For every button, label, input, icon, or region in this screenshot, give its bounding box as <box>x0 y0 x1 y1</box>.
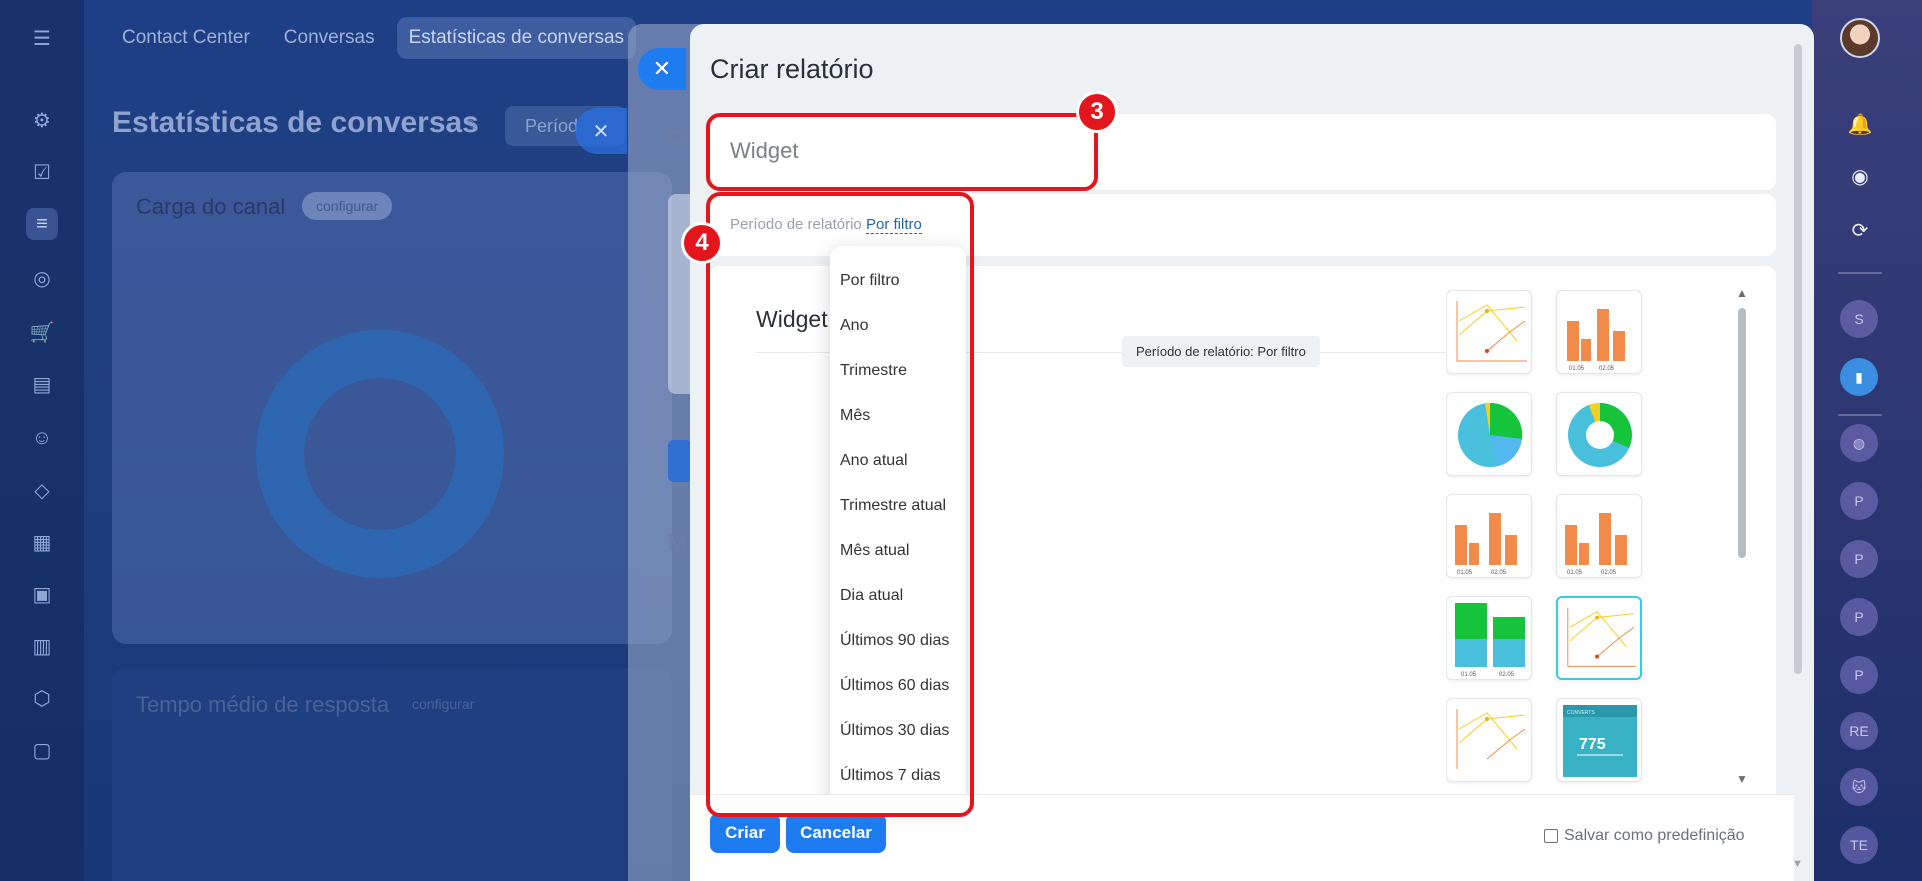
annotation-badge: 4 <box>681 222 723 264</box>
chart-type-line-2[interactable] <box>1446 698 1532 782</box>
cancel-button[interactable]: Cancelar <box>786 813 886 853</box>
period-chip: Período de relatório: Por filtro <box>1122 336 1320 367</box>
chat-avatar[interactable]: S <box>1840 300 1878 338</box>
date-label: 01.05 <box>1457 570 1473 576</box>
date-label: 01.05 <box>1567 570 1583 576</box>
crm-icon[interactable]: ⚙ <box>26 104 58 136</box>
date-label: 01.05 <box>1461 672 1477 678</box>
donut-chart <box>256 330 504 578</box>
menu-icon[interactable]: ☰ <box>26 22 58 54</box>
channel-load-card: Carga do canal configurar <box>112 172 672 644</box>
chart-type-pie[interactable] <box>1446 392 1532 476</box>
chart-type-number[interactable]: CONVERTS 775 <box>1556 698 1642 782</box>
chart-type-line-selected[interactable] <box>1556 596 1642 680</box>
robot-icon[interactable]: ☺ <box>26 422 58 454</box>
configure-button[interactable]: configurar <box>412 696 474 712</box>
calendar-icon[interactable]: ▣ <box>26 578 58 610</box>
annotation-badge: 3 <box>1076 91 1118 133</box>
bar-chart-icon: 01.05 02.05 <box>1567 309 1625 372</box>
scroll-up-icon[interactable]: ▲ <box>1736 286 1748 300</box>
close-slider-button[interactable]: ✕ <box>638 48 686 90</box>
cat-avatar[interactable]: 🐱 <box>1840 768 1878 806</box>
target-icon[interactable]: ◎ <box>26 262 58 294</box>
bar-chart-icon: 01.05 02.05 <box>1455 513 1517 576</box>
top-navigation: Contact Center Conversas Estatísticas de… <box>110 16 637 60</box>
pie-chart-icon <box>1458 402 1523 467</box>
scroll-down-icon[interactable]: ▼ <box>1736 772 1748 786</box>
filter-icon[interactable]: ≡ <box>26 208 58 240</box>
chat-avatar[interactable]: RE <box>1840 712 1878 750</box>
tab-contact-center[interactable]: Contact Center <box>110 17 262 59</box>
bar-chart-icon: 01.05 02.05 <box>1565 513 1627 576</box>
save-preset-checkbox[interactable]: Salvar como predefinição <box>1544 827 1745 845</box>
openchannel-icon[interactable]: ◍ <box>1840 424 1878 462</box>
date-label: 02.05 <box>1499 672 1515 678</box>
number-caption: CONVERTS <box>1567 710 1595 716</box>
chart-type-stacked-bar[interactable]: 01.05 02.05 <box>1446 596 1532 680</box>
annotation-highlight-name <box>706 113 1098 191</box>
chart-type-donut[interactable] <box>1556 392 1642 476</box>
pin-icon[interactable]: ✎ <box>466 116 479 136</box>
gallery-scrollbar[interactable]: ▲ ▼ <box>1736 286 1748 786</box>
panel-text: M <box>668 530 687 555</box>
fingerprint-icon[interactable]: ◉ <box>1840 156 1880 196</box>
sync-icon[interactable]: ⟳ <box>1840 210 1880 250</box>
bell-icon[interactable]: 🔔 <box>1840 104 1880 144</box>
chat-avatar[interactable]: TE <box>1840 826 1878 864</box>
date-label: 02.05 <box>1599 366 1615 372</box>
avatar[interactable] <box>1840 18 1880 58</box>
date-label: 02.05 <box>1491 570 1507 576</box>
card-title: Carga do canal <box>136 194 286 219</box>
close-icon[interactable]: ✕ <box>575 108 627 154</box>
response-time-card: Tempo médio de resposta configurar <box>112 668 672 881</box>
card-title: Tempo médio de resposta <box>136 692 390 717</box>
page-title: Estatísticas de conversas <box>112 106 479 139</box>
chart-type-line[interactable] <box>1446 290 1532 374</box>
number-widget-icon: CONVERTS 775 <box>1563 705 1637 777</box>
annotation-highlight-period <box>706 192 974 817</box>
box-icon[interactable]: ◇ <box>26 474 58 506</box>
document-icon[interactable]: ▢ <box>26 734 58 766</box>
date-label: 01.05 <box>1569 366 1585 372</box>
checkbox-icon[interactable] <box>1544 829 1558 843</box>
left-sidebar: ☰ ⚙ ☑ ≡ ◎ 🛒 ▤ ☺ ◇ ▦ ▣ ▥ ⬡ ▢ <box>0 0 84 881</box>
chat-avatar[interactable]: P <box>1840 598 1878 636</box>
chart-type-bar[interactable]: 01.05 02.05 <box>1556 290 1642 374</box>
dialog-scrollbar[interactable]: ▼ <box>1792 44 1804 870</box>
donut-chart-icon <box>1568 403 1632 467</box>
save-preset-label: Salvar como predefinição <box>1564 827 1745 844</box>
chart-type-bar-3[interactable]: 01.05 02.05 <box>1556 494 1642 578</box>
bookmark-icon[interactable]: ▮ <box>1840 358 1878 396</box>
chat-avatar[interactable]: P <box>1840 540 1878 578</box>
divider <box>1838 272 1882 274</box>
divider <box>1838 414 1882 416</box>
cart-icon[interactable]: 🛒 <box>26 316 58 348</box>
line-chart-icon <box>1456 709 1526 769</box>
chart-icon[interactable]: ▥ <box>26 630 58 662</box>
store-icon[interactable]: ▦ <box>26 526 58 558</box>
chat-avatar[interactable]: P <box>1840 656 1878 694</box>
scrollbar-thumb[interactable] <box>1794 44 1802 674</box>
line-chart-icon <box>1456 301 1527 362</box>
dialog-title: Criar relatório <box>710 54 874 84</box>
create-button[interactable]: Criar <box>710 813 780 853</box>
line-chart-icon <box>1567 607 1637 667</box>
chart-type-bar-2[interactable]: 01.05 02.05 <box>1446 494 1532 578</box>
card-icon[interactable]: ▤ <box>26 368 58 400</box>
tasks-icon[interactable]: ☑ <box>26 156 58 188</box>
chat-avatar[interactable]: P <box>1840 482 1878 520</box>
number-value: 775 <box>1579 736 1606 753</box>
stacked-bar-icon: 01.05 02.05 <box>1455 603 1525 678</box>
shield-icon[interactable]: ⬡ <box>26 682 58 714</box>
panel-button[interactable] <box>668 440 692 482</box>
scrollbar-thumb[interactable] <box>1738 308 1746 558</box>
tab-estatisticas[interactable]: Estatísticas de conversas <box>396 17 637 59</box>
chart-type-gallery: 01.05 02.05 01.05 02.05 01.05 02.05 01.0… <box>1446 290 1726 790</box>
tab-conversas[interactable]: Conversas <box>272 17 387 59</box>
date-label: 02.05 <box>1601 570 1617 576</box>
configure-button[interactable]: configurar <box>302 192 393 220</box>
